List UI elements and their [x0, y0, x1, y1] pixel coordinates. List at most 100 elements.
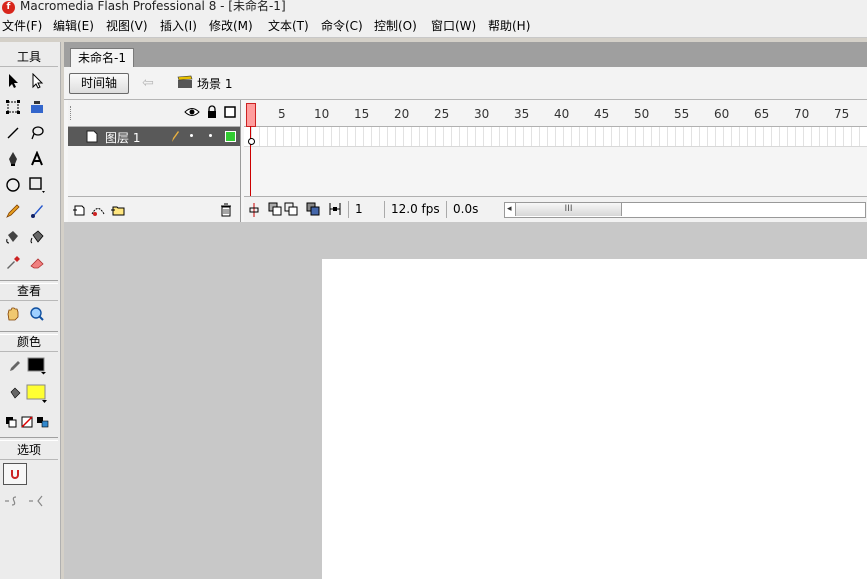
- rectangle-tool-icon[interactable]: [26, 174, 48, 196]
- menu-window[interactable]: 窗口(W): [429, 16, 478, 37]
- ink-bottle-tool-icon[interactable]: [2, 226, 24, 248]
- fill-color-bucket-icon: [4, 383, 26, 405]
- zoom-tool-icon[interactable]: [26, 303, 48, 325]
- layer-outline-color[interactable]: [225, 131, 236, 142]
- fill-transform-tool-icon[interactable]: [26, 96, 48, 118]
- layer-header: [68, 100, 240, 127]
- onion-skin-outlines-icon[interactable]: [284, 202, 298, 219]
- scene-clapper-icon: [177, 75, 193, 92]
- menu-modify[interactable]: 修改(M): [207, 16, 255, 37]
- layer-name[interactable]: 图层 1: [105, 129, 140, 146]
- menu-view[interactable]: 视图(V): [104, 16, 150, 37]
- tools-section-title: 工具: [0, 48, 58, 67]
- layer-footer: [68, 196, 240, 223]
- ruler-number: 20: [394, 107, 410, 121]
- tools-panel: 工具 查看 颜色 选项: [0, 42, 61, 579]
- free-transform-tool-icon[interactable]: [2, 96, 24, 118]
- title-bar: f Macromedia Flash Professional 8 - [未命名…: [0, 0, 867, 17]
- lock-icon[interactable]: [206, 105, 218, 122]
- subselection-tool-icon[interactable]: [26, 70, 48, 92]
- menu-help[interactable]: 帮助(H): [486, 16, 532, 37]
- timeline-toggle-button[interactable]: 时间轴: [69, 73, 129, 94]
- ruler-number: 25: [434, 107, 450, 121]
- color-section-title: 颜色: [0, 333, 58, 352]
- keyframe[interactable]: [248, 138, 255, 145]
- ruler-number: 5: [278, 107, 286, 121]
- swap-colors-icon[interactable]: [34, 411, 52, 433]
- timeline-horizontal-scrollbar[interactable]: ◂ III: [504, 202, 866, 218]
- layers-pane: 图层 1: [68, 100, 241, 222]
- scroll-left-arrow-icon[interactable]: ◂: [507, 203, 512, 216]
- eye-icon[interactable]: [184, 106, 200, 121]
- add-motion-guide-icon[interactable]: [90, 203, 106, 220]
- menu-control[interactable]: 控制(O): [372, 16, 419, 37]
- edit-bar: 时间轴 ⇦ 场景 1: [64, 67, 867, 100]
- oval-tool-icon[interactable]: [2, 174, 24, 196]
- ruler-number: 30: [474, 107, 490, 121]
- modify-onion-markers-icon[interactable]: [328, 202, 342, 219]
- stroke-color-swatch[interactable]: [26, 355, 48, 377]
- document-area: 未命名-1 时间轴 ⇦ 场景 1 图层 1 5 10 15 20 25 30 3…: [64, 42, 867, 579]
- frame-row[interactable]: [244, 127, 867, 147]
- stage[interactable]: [322, 259, 867, 579]
- scroll-thumb[interactable]: III: [515, 203, 622, 216]
- center-frame-icon[interactable]: [248, 203, 260, 220]
- fill-color-swatch[interactable]: [26, 383, 48, 405]
- menu-commands[interactable]: 命令(C): [319, 16, 365, 37]
- outline-icon[interactable]: [224, 106, 236, 121]
- ruler-number: 70: [794, 107, 810, 121]
- ruler-number: 65: [754, 107, 770, 121]
- eraser-tool-icon[interactable]: [26, 252, 48, 274]
- menu-text[interactable]: 文本(T): [266, 16, 311, 37]
- onion-skin-icon[interactable]: [268, 202, 282, 219]
- layer-row[interactable]: 图层 1: [68, 127, 240, 146]
- selection-tool-icon[interactable]: [2, 70, 24, 92]
- layer-edit-pencil-icon: [170, 130, 180, 146]
- delete-layer-trash-icon[interactable]: [220, 203, 232, 220]
- layer-lock-dot[interactable]: [209, 134, 212, 137]
- playhead-line: [250, 126, 251, 196]
- playhead[interactable]: [246, 103, 256, 127]
- snap-to-objects-icon[interactable]: [3, 463, 27, 485]
- hand-tool-icon[interactable]: [2, 303, 24, 325]
- ruler-number: 10: [314, 107, 330, 121]
- frames-pane: 1 5 10 15 20 25 30 35 40 45 50 55 60 65 …: [244, 100, 867, 223]
- panel-grip[interactable]: [70, 106, 74, 120]
- layer-visible-dot[interactable]: [190, 134, 193, 137]
- layer-page-icon: [86, 130, 98, 146]
- brush-tool-icon[interactable]: [26, 200, 48, 222]
- eyedropper-tool-icon[interactable]: [2, 252, 24, 274]
- ruler-number: 15: [354, 107, 370, 121]
- workspace: [64, 222, 867, 579]
- timeline-status-bar: 1 12.0 fps 0.0s ◂ III: [244, 196, 867, 223]
- text-tool-icon[interactable]: [26, 148, 48, 170]
- lasso-tool-icon[interactable]: [26, 122, 48, 144]
- menu-file[interactable]: 文件(F): [0, 16, 44, 37]
- ruler-number: 55: [674, 107, 690, 121]
- flash-app-icon: f: [2, 1, 15, 14]
- ruler-number: 35: [514, 107, 530, 121]
- insert-folder-icon[interactable]: [110, 203, 126, 220]
- pen-tool-icon[interactable]: [2, 148, 24, 170]
- pencil-tool-icon[interactable]: [2, 200, 24, 222]
- document-tab[interactable]: 未命名-1: [70, 48, 134, 68]
- scene-label[interactable]: 场景 1: [197, 75, 232, 92]
- paint-bucket-tool-icon[interactable]: [26, 226, 48, 248]
- line-tool-icon[interactable]: [2, 122, 24, 144]
- smooth-option-icon[interactable]: [2, 490, 24, 512]
- ruler-number: 60: [714, 107, 730, 121]
- options-section-title: 选项: [0, 441, 58, 460]
- document-tab-strip: 未命名-1: [64, 42, 867, 68]
- menu-insert[interactable]: 插入(I): [158, 16, 199, 37]
- menu-edit[interactable]: 编辑(E): [51, 16, 96, 37]
- current-frame: 1: [348, 201, 387, 218]
- stroke-color-pencil-icon: [4, 355, 26, 377]
- view-section-title: 查看: [0, 282, 58, 301]
- straighten-option-icon[interactable]: [26, 490, 48, 512]
- edit-multiple-frames-icon[interactable]: [306, 202, 320, 219]
- insert-layer-icon[interactable]: [72, 203, 86, 220]
- menu-bar: 文件(F) 编辑(E) 视图(V) 插入(I) 修改(M) 文本(T) 命令(C…: [0, 16, 867, 38]
- back-arrow-icon[interactable]: ⇦: [142, 75, 154, 91]
- frame-ruler[interactable]: 1 5 10 15 20 25 30 35 40 45 50 55 60 65 …: [244, 100, 867, 127]
- frame-rate[interactable]: 12.0 fps: [384, 201, 443, 218]
